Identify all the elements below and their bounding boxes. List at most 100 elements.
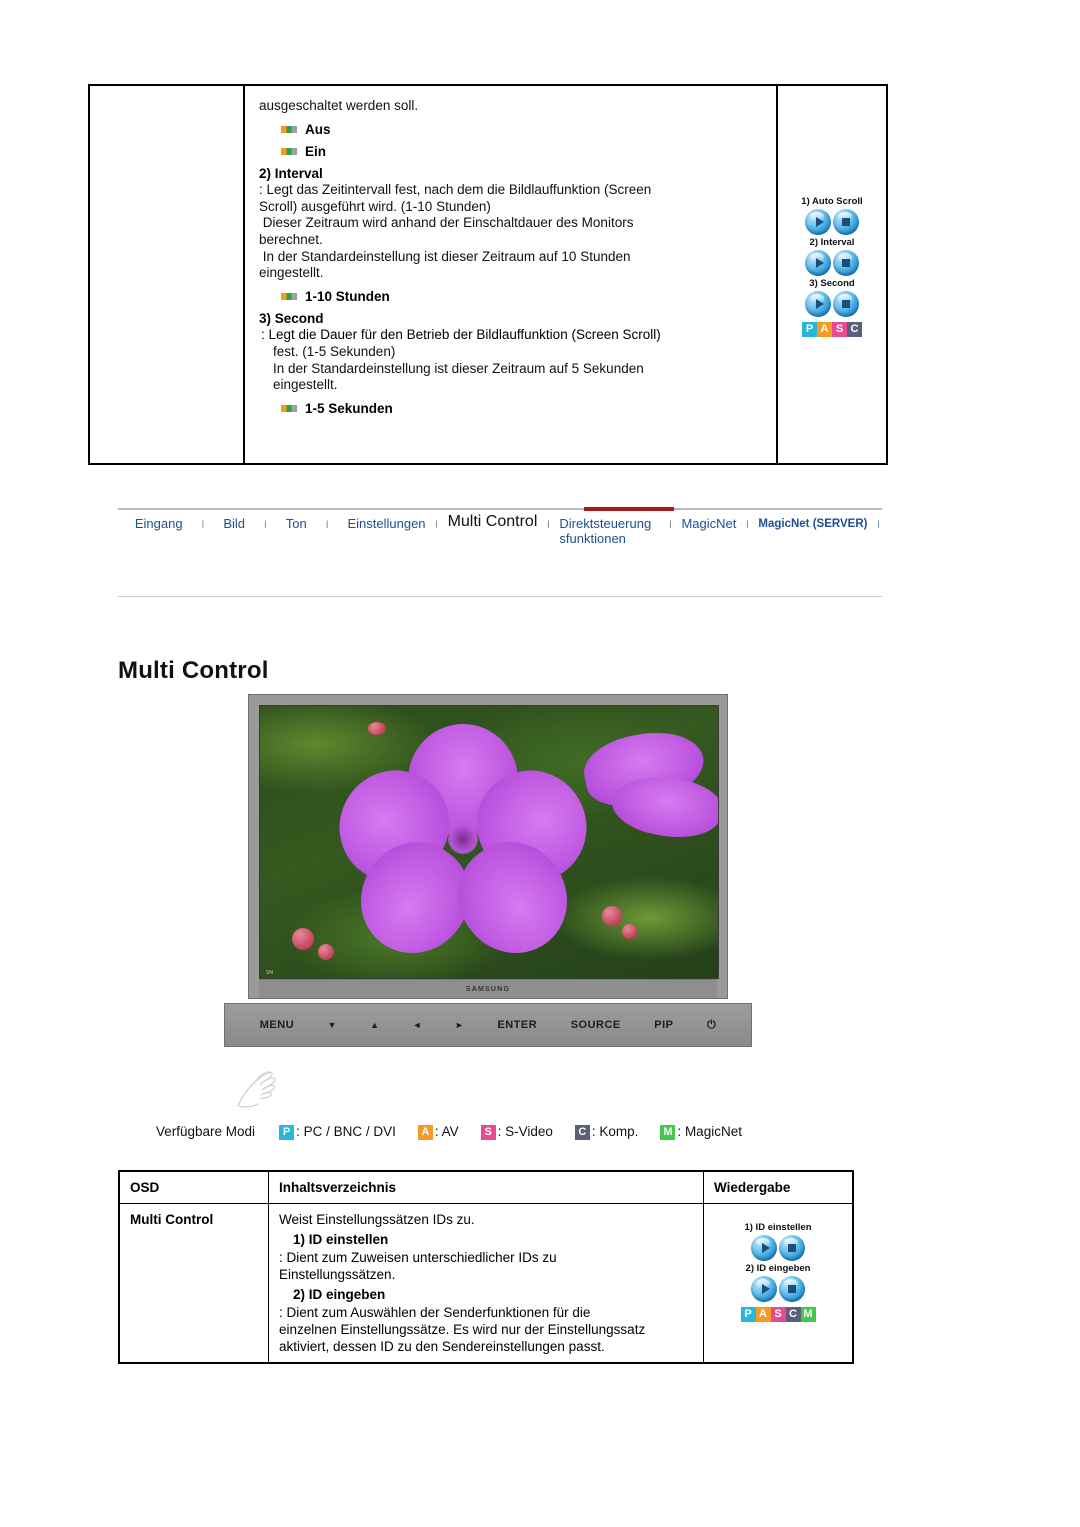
remote-button-pair xyxy=(718,1276,838,1302)
table-header-row: OSD Inhaltsverzeichnis Wiedergabe xyxy=(118,1170,854,1204)
stop-button-icon[interactable] xyxy=(833,250,859,276)
remote-button-pair xyxy=(780,250,884,276)
section-2-line: In der Standardeinstellung ist dieser Ze… xyxy=(259,248,631,264)
remote-group-caption: 1) ID einstellen xyxy=(744,1222,812,1233)
section-2-line: : Legt das Zeitintervall fest, nach dem … xyxy=(259,182,652,198)
nav-item-eingang[interactable]: Eingang xyxy=(135,516,183,532)
flower-stamen-center xyxy=(448,824,478,854)
cell-contents: Weist Einstellungssätzen IDs zu. 1) ID e… xyxy=(268,1203,704,1364)
square-bullet-icon xyxy=(281,292,297,300)
stop-button-icon[interactable] xyxy=(833,291,859,317)
table-row: Multi Control Weist Einstellungssätzen I… xyxy=(118,1203,854,1364)
flower-bud-icon xyxy=(292,928,314,950)
bullet-label: 1-5 Sekunden xyxy=(305,400,393,416)
power-button-icon[interactable]: ⏻ xyxy=(707,1019,716,1032)
pascm-letter-s: S xyxy=(770,1307,786,1322)
remote-button-pair xyxy=(780,209,884,235)
section-3-heading: 3) Second xyxy=(259,310,324,326)
nav-item-ton[interactable]: Ton xyxy=(286,516,307,532)
remote-group-caption: 1) Auto Scroll xyxy=(801,196,863,207)
hand-pointer-icon xyxy=(237,1071,276,1108)
mode-svideo: S : S-Video xyxy=(480,1124,553,1140)
section-2-heading: 2) Interval xyxy=(259,165,323,181)
header-playback: Wiedergabe xyxy=(703,1170,854,1204)
section-3-line: In der Standardeinstellung ist dieser Ze… xyxy=(273,360,644,376)
menu-button[interactable]: MENU xyxy=(260,1019,294,1031)
osd-table: OSD Inhaltsverzeichnis Wiedergabe Multi … xyxy=(118,1170,854,1364)
bullet-item: 1-10 Stunden xyxy=(281,289,762,304)
monitor-control-panel: MENU ▼ ▲ ◄ ► ENTER SOURCE PIP ⏻ xyxy=(224,1003,752,1047)
page-title: Multi Control xyxy=(118,657,269,685)
section-3-line: eingestellt. xyxy=(273,377,338,393)
nav-separator: I xyxy=(745,519,749,531)
flower-bud-icon xyxy=(368,722,386,735)
pasc-letter-s: S xyxy=(832,322,847,337)
osd-name-label: Multi Control xyxy=(130,1212,214,1227)
pasc-letter-a: A xyxy=(817,322,832,337)
spec-description-column: ausgeschaltet werden soll. Aus Ein 2) In… xyxy=(245,86,778,463)
left-button[interactable]: ◄ xyxy=(413,1020,422,1030)
contents-intro: Weist Einstellungssätzen IDs zu. xyxy=(279,1212,475,1227)
down-button[interactable]: ▼ xyxy=(328,1020,337,1030)
mode-chip-c-icon: C xyxy=(574,1125,590,1140)
mode-chip-s-icon: S xyxy=(480,1125,496,1140)
nav-item-direktsteuerungsfunktionen[interactable]: Direktsteuerung sfunktionen xyxy=(559,516,659,546)
pasc-letter-p: P xyxy=(802,322,817,337)
pascm-letter-m: M xyxy=(800,1307,816,1322)
remote-group-caption: 2) Interval xyxy=(809,237,855,248)
enter-button[interactable]: ENTER xyxy=(497,1019,537,1031)
section-2-line: eingestellt. xyxy=(259,265,324,281)
contents-sub1-line: : Dient zum Zuweisen unterschiedlicher I… xyxy=(279,1250,557,1265)
monitor-illustration: SN SAMSUNG MENU ▼ ▲ ◄ ► ENTER SOURCE PIP… xyxy=(224,694,752,1108)
mode-pc: P : PC / BNC / DVI xyxy=(279,1124,396,1140)
nav-item-magicnet[interactable]: MagicNet xyxy=(681,516,736,532)
mode-label-magicnet: : MagicNet xyxy=(677,1124,742,1139)
flower-bud-icon xyxy=(318,944,334,960)
contents-sub1-heading: 1) ID einstellen xyxy=(293,1232,389,1247)
play-button-icon[interactable] xyxy=(751,1235,777,1261)
remote-group-caption: 2) ID eingeben xyxy=(745,1263,811,1274)
right-button[interactable]: ► xyxy=(455,1020,464,1030)
stop-button-icon[interactable] xyxy=(779,1276,805,1302)
contents-sub2-heading: 2) ID eingeben xyxy=(293,1287,386,1302)
nav-separator: I xyxy=(668,519,672,531)
mode-label-pc: : PC / BNC / DVI xyxy=(296,1124,396,1139)
nav-separator: I xyxy=(263,519,267,531)
mode-label-av: : AV xyxy=(434,1124,459,1139)
nav-item-magicnet-server[interactable]: MagicNet (SERVER) xyxy=(758,516,867,532)
stop-button-icon[interactable] xyxy=(779,1235,805,1261)
pascm-letter-c: C xyxy=(785,1307,801,1322)
mode-chip-a-icon: A xyxy=(417,1125,433,1140)
section-2-line: berechnet. xyxy=(259,231,323,247)
nav-item-einstellungen[interactable]: Einstellungen xyxy=(347,516,425,532)
pasc-letter-c: C xyxy=(847,322,862,337)
play-button-icon[interactable] xyxy=(805,291,831,317)
nav-item-multi-control[interactable]: Multi Control xyxy=(448,514,538,530)
flower-bud-icon xyxy=(602,906,622,926)
play-button-icon[interactable] xyxy=(805,250,831,276)
play-button-icon[interactable] xyxy=(751,1276,777,1302)
bullet-label: Ein xyxy=(305,143,327,159)
nav-items-row: Eingang I Bild I Ton I Einstellungen I M… xyxy=(118,510,882,547)
pascm-badge: P A S C M xyxy=(740,1307,816,1322)
page-divider xyxy=(118,596,882,597)
play-button-icon[interactable] xyxy=(805,209,831,235)
contents-sub2-line: aktiviert, dessen ID zu den Sendereinste… xyxy=(279,1339,605,1354)
source-button[interactable]: SOURCE xyxy=(571,1019,621,1031)
nav-top-rule xyxy=(118,507,882,511)
nav-item-bild[interactable]: Bild xyxy=(223,516,245,532)
mode-label-komp: : Komp. xyxy=(591,1124,639,1139)
mode-chip-m-icon: M xyxy=(660,1125,676,1140)
up-button[interactable]: ▲ xyxy=(370,1020,379,1030)
stop-button-icon[interactable] xyxy=(833,209,859,235)
pip-button[interactable]: PIP xyxy=(654,1019,673,1031)
bullet-item: Aus xyxy=(281,122,762,137)
cell-osd-name: Multi Control xyxy=(118,1203,269,1364)
remote-button-pair xyxy=(780,291,884,317)
brand-label: SAMSUNG xyxy=(465,985,511,993)
spec-left-empty-column xyxy=(90,86,245,463)
monitor-bezel: SN SAMSUNG xyxy=(248,694,728,999)
section-2-line: Scroll) ausgeführt wird. (1-10 Stunden) xyxy=(259,198,491,214)
square-bullet-icon xyxy=(281,125,297,133)
spec-remote-column: 1) Auto Scroll 2) Interval 3) Second P A… xyxy=(778,86,886,463)
